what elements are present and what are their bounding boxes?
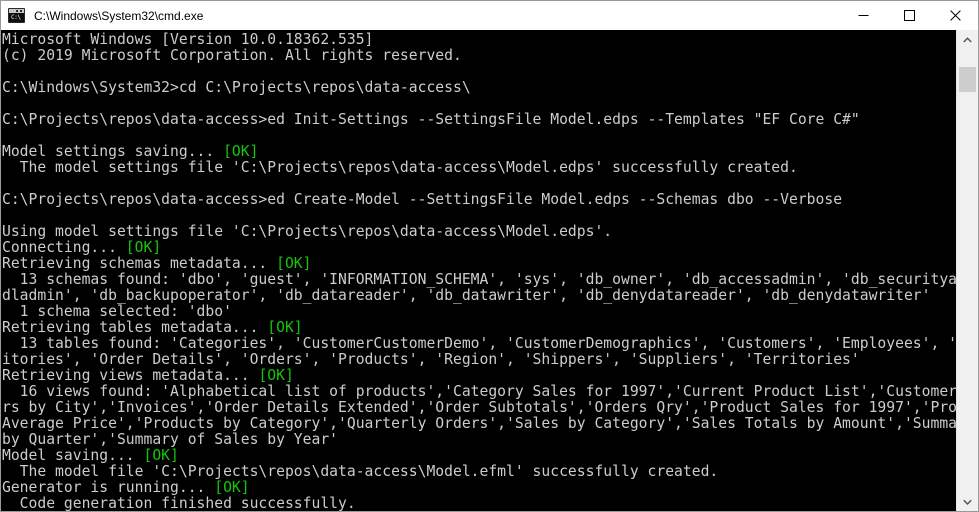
- scroll-up-arrow-icon[interactable]: [957, 30, 978, 49]
- console-line-text: Model saving...: [2, 447, 144, 464]
- console-line-text: Retrieving tables metadata...: [2, 319, 268, 336]
- console-line-text: The model settings file 'C:\Projects\rep…: [2, 159, 798, 176]
- title-bar[interactable]: C:\ C:\Windows\System32\cmd.exe: [1, 1, 978, 31]
- console-line-text: 1 schema selected: 'dbo': [2, 303, 232, 320]
- console-line-text: 16 views found: 'Alphabetical list of pr…: [19, 383, 956, 400]
- console-line-text: Model settings saving...: [2, 143, 224, 160]
- console-line-text: The model file 'C:\Projects\repos\data-a…: [2, 463, 719, 480]
- status-ok-badge: [OK]: [258, 367, 294, 384]
- vertical-scrollbar[interactable]: [956, 30, 978, 511]
- console-line: Retrieving schemas metadata... [OK]: [2, 256, 956, 272]
- console-line-text: Retrieving schemas metadata...: [2, 255, 277, 272]
- close-button[interactable]: [932, 1, 978, 30]
- console-line: (c) 2019 Microsoft Corporation. All righ…: [2, 48, 956, 64]
- console-line: Model settings saving... [OK]: [2, 144, 956, 160]
- console-line-text: Microsoft Windows [Version 10.0.18362.53…: [2, 31, 374, 48]
- console-line: 13 tables found: 'Categories', 'Customer…: [2, 336, 956, 352]
- console-line-text: (c) 2019 Microsoft Corporation. All righ…: [2, 47, 462, 64]
- console-icon-prompt: C:\: [11, 14, 21, 21]
- console-output-area[interactable]: Microsoft Windows [Version 10.0.18362.53…: [1, 30, 956, 511]
- console-icon-dot-2: [16, 10, 18, 12]
- console-line-text: rs by City','Invoices','Order Details Ex…: [2, 399, 956, 416]
- console-line-text: C:\Windows\System32>cd C:\Projects\repos…: [2, 79, 471, 96]
- scrollbar-thumb[interactable]: [959, 67, 976, 92]
- status-ok-badge: [OK]: [276, 255, 312, 272]
- console-line: The model settings file 'C:\Projects\rep…: [2, 160, 956, 176]
- console-line: Model saving... [OK]: [2, 448, 956, 464]
- console-line-text: Retrieving views metadata...: [2, 367, 259, 384]
- console-line: by Quarter','Summary of Sales by Year': [2, 432, 956, 448]
- console-line: C:\Projects\repos\data-access>ed Create-…: [2, 192, 956, 208]
- console-line-text: Code generation finished successfully.: [2, 495, 356, 512]
- console-line: 16 views found: 'Alphabetical list of pr…: [2, 384, 956, 400]
- console-line-text: C:\Projects\repos\data-access>ed Init-Se…: [2, 111, 860, 128]
- cmd-window: C:\ C:\Windows\System32\cmd.exe Microsof…: [0, 0, 979, 512]
- console-line: C:\Windows\System32>cd C:\Projects\repos…: [2, 80, 956, 96]
- console-icon-dot-1: [20, 10, 22, 12]
- console-line: Using model settings file 'C:\Projects\r…: [2, 224, 956, 240]
- console-line: Connecting... [OK]: [2, 240, 956, 256]
- console-line: Code generation finished successfully.: [2, 495, 956, 512]
- console-line-text: by Quarter','Summary of Sales by Year': [2, 431, 339, 448]
- console-line: C:\Projects\repos\data-access>ed Init-Se…: [2, 112, 956, 128]
- console-line: The model file 'C:\Projects\repos\data-a…: [2, 464, 956, 480]
- status-ok-badge: [OK]: [125, 239, 162, 256]
- console-line: itories', 'Order Details', 'Orders', 'Pr…: [2, 352, 956, 368]
- console-line-text: Generator is running...: [2, 479, 215, 496]
- console-line: 1 schema selected: 'dbo': [2, 304, 956, 320]
- console-line: dladmin', 'db_backupoperator', 'db_datar…: [2, 288, 956, 304]
- console-line: Microsoft Windows [Version 10.0.18362.53…: [2, 32, 956, 48]
- status-ok-badge: [OK]: [214, 479, 250, 496]
- console-line-text: 13 tables found: 'Categories', 'Customer…: [19, 335, 956, 352]
- console-line: Generator is running... [OK]: [2, 480, 956, 496]
- console-line: Average Price','Products by Category','Q…: [2, 416, 956, 432]
- maximize-button[interactable]: [886, 1, 932, 30]
- console-line-text: 13 schemas found: 'dbo', 'guest', 'INFOR…: [19, 271, 956, 288]
- console-line-text: Average Price','Products by Category','Q…: [2, 415, 956, 432]
- console-line: rs by City','Invoices','Order Details Ex…: [2, 400, 956, 416]
- title-bar-left: C:\ C:\Windows\System32\cmd.exe: [1, 8, 840, 23]
- console-line-text: itories', 'Order Details', 'Orders', 'Pr…: [2, 351, 860, 368]
- console-line: Retrieving views metadata... [OK]: [2, 368, 956, 384]
- status-ok-badge: [OK]: [267, 319, 303, 336]
- console-line-text: Using model settings file 'C:\Projects\r…: [2, 223, 613, 240]
- console-line-text: C:\Projects\repos\data-access>ed Create-…: [2, 191, 843, 208]
- status-ok-badge: [OK]: [223, 143, 259, 160]
- minimize-button[interactable]: [840, 1, 886, 30]
- console-icon: C:\: [8, 8, 25, 23]
- console-line: Retrieving tables metadata... [OK]: [2, 320, 956, 336]
- console-line-text: Connecting...: [2, 239, 126, 256]
- console-line: 13 schemas found: 'dbo', 'guest', 'INFOR…: [2, 272, 956, 288]
- console-line-text: dladmin', 'db_backupoperator', 'db_datar…: [2, 287, 931, 304]
- scroll-down-arrow-icon[interactable]: [957, 492, 978, 511]
- window-title: C:\Windows\System32\cmd.exe: [34, 8, 204, 23]
- window-controls: [840, 1, 978, 30]
- status-ok-badge: [OK]: [143, 447, 179, 464]
- console-text: Microsoft Windows [Version 10.0.18362.53…: [2, 32, 956, 512]
